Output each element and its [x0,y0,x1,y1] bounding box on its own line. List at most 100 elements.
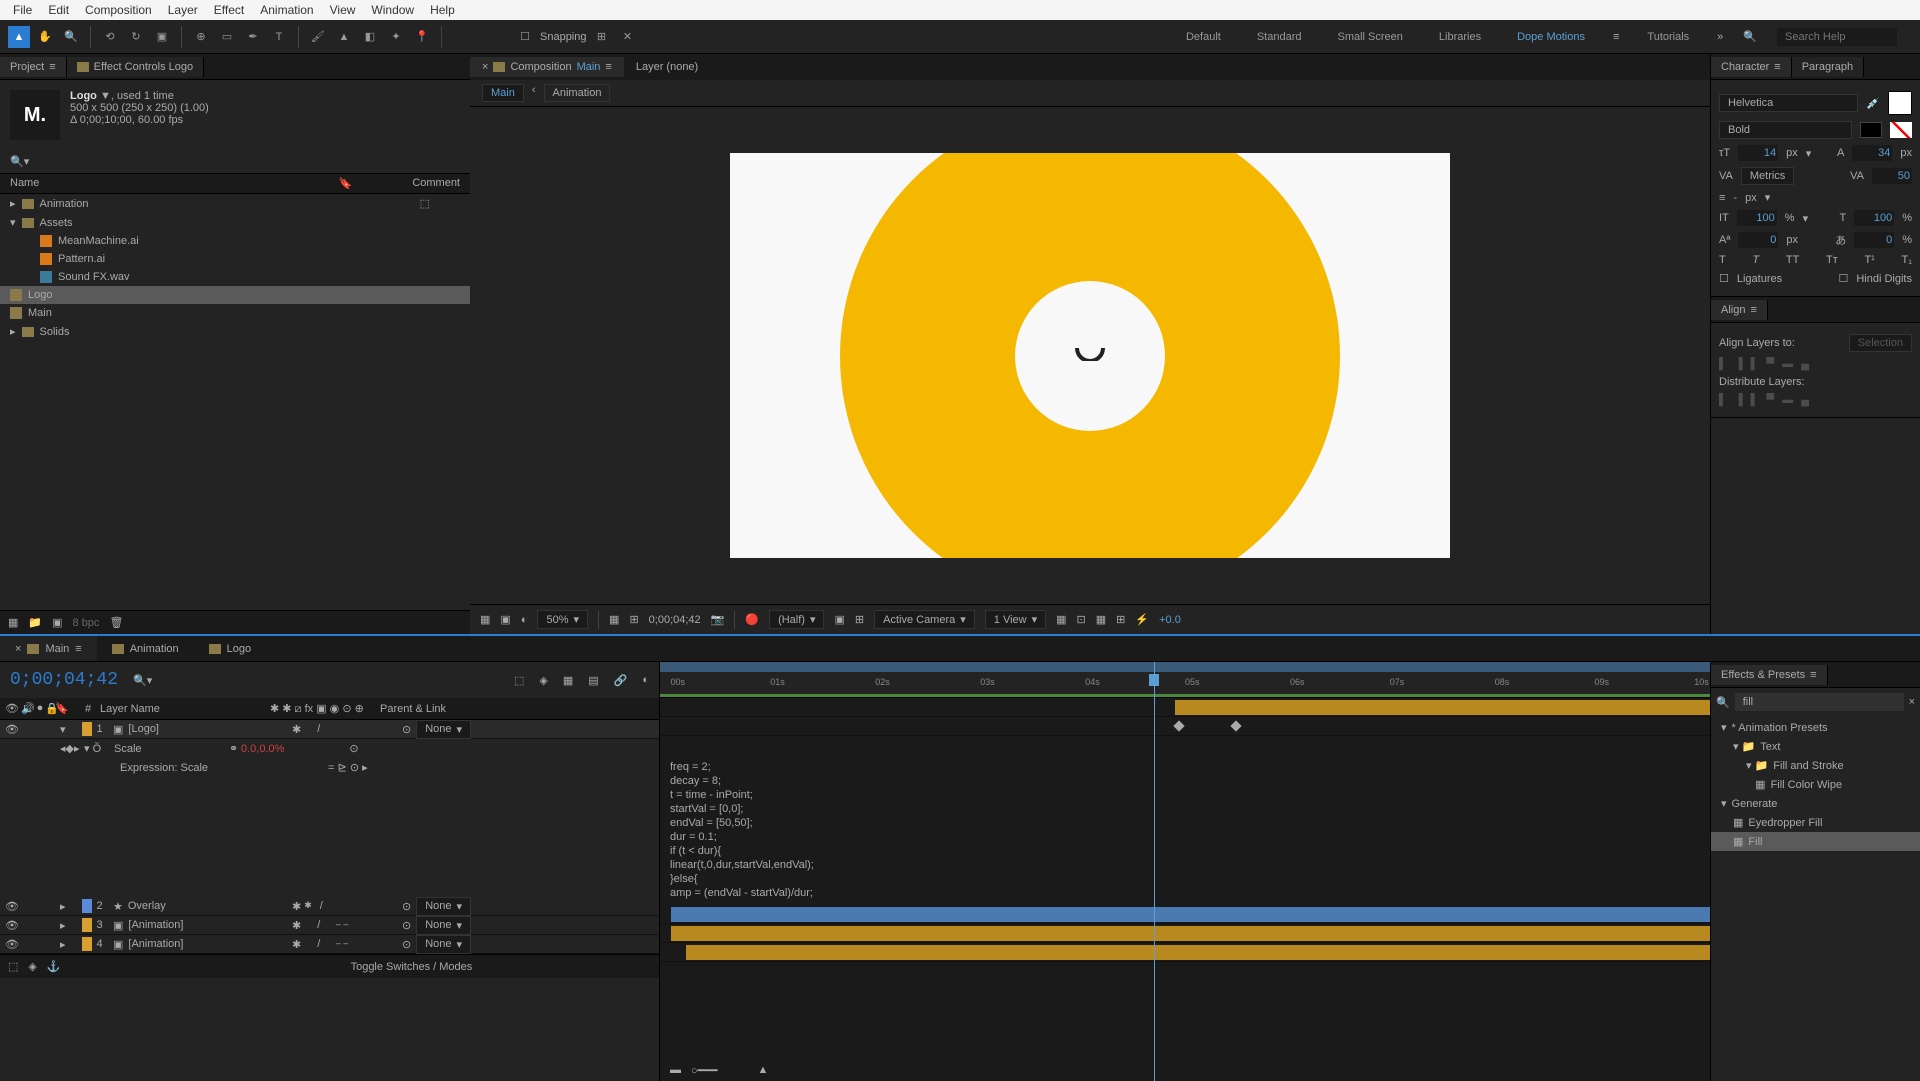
breadcrumb-back-icon[interactable]: ‹ [532,84,536,102]
roto-tool[interactable]: ✦ [385,26,407,48]
align-top-icon[interactable]: ▀ [1766,358,1774,370]
camera-tool[interactable]: ▣ [151,26,173,48]
track-1[interactable] [660,698,1710,717]
dropdown-icon[interactable]: ▼ [100,90,111,102]
fill-color-swatch[interactable] [1888,91,1912,115]
menu-composition[interactable]: Composition [77,3,160,17]
hand-tool[interactable]: ✋ [34,26,56,48]
tree-assets[interactable]: ▾ Assets [0,213,470,232]
pen-tool[interactable]: ✒ [242,26,264,48]
eraser-tool[interactable]: ◧ [359,26,381,48]
flowchart-icon[interactable]: ⬚ [420,197,430,210]
workspace-overflow-icon[interactable]: » [1717,31,1723,43]
align-bottom-icon[interactable]: ▄ [1801,358,1809,370]
paragraph-tab[interactable]: Paragraph [1792,57,1864,77]
fx-presets[interactable]: ▾ * Animation Presets [1711,718,1920,737]
tree-pattern[interactable]: Pattern.ai [0,250,470,268]
tree-meanmachine[interactable]: MeanMachine.ai [0,232,470,250]
parent-dropdown[interactable]: None ▾ [416,916,471,935]
composition-viewer[interactable] [470,107,1710,604]
fx-generate[interactable]: ▾ Generate [1711,794,1920,813]
effects-tab[interactable]: Effects & Presets ≡ [1711,665,1828,685]
expression-editor[interactable]: freq = 2; decay = 8; t = time - inPoint;… [660,755,1710,905]
expr-enable-icon[interactable]: = [328,762,334,774]
tree-animation[interactable]: ▸ Animation⬚ [0,194,470,213]
tl-bottom3-icon[interactable]: ⚓ [47,960,61,973]
keyframe-toggle[interactable]: ◆ [66,743,74,755]
align-to-dropdown[interactable]: Selection [1849,334,1912,352]
grid-icon2[interactable]: ⊞ [855,613,864,626]
menu-view[interactable]: View [322,3,364,17]
new-folder-icon[interactable]: 📁 [28,616,42,629]
constrain-icon[interactable]: ⚭ [229,742,238,755]
grid-icon[interactable]: ⊞ [629,613,638,626]
search-icon[interactable]: 🔍▾ [10,155,29,168]
stroke-menu-icon[interactable]: ≡ [1719,192,1725,204]
eye-toggle[interactable]: 👁 [5,723,19,736]
zoom-dropdown[interactable]: 50% ▾ [537,610,588,629]
menu-edit[interactable]: Edit [40,3,77,17]
view-opt1-icon[interactable]: ▦ [1056,613,1066,626]
col-comment[interactable]: Comment [412,177,460,190]
anchor-tool[interactable]: ⊕ [190,26,212,48]
pickwhip-icon[interactable]: ⊙ [402,723,411,736]
menu-window[interactable]: Window [363,3,422,17]
search-icon[interactable]: 🔍 [1743,30,1757,43]
shy-switch[interactable]: ✱ [292,938,301,951]
align-left-icon[interactable]: ▌ [1719,358,1727,370]
tree-soundfx[interactable]: Sound FX.wav [0,268,470,286]
view-opt3-icon[interactable]: ▦ [1096,613,1106,626]
snapshot-icon[interactable]: 📷 [711,613,725,626]
expr-graph-icon[interactable]: ⊵ [338,762,347,774]
breadcrumb-main[interactable]: Main [482,84,524,102]
prop-scale-row[interactable]: ◂◆▸ ▾ Ŏ Scale ⚭ 0.0,0.0% ⊙ [0,739,659,758]
mode-switch[interactable]: / [320,900,323,913]
fx-search-input[interactable] [1735,693,1904,711]
project-tab[interactable]: Project≡ [0,57,67,77]
time-ruler[interactable]: 00s 01s 02s 03s 04s 05s 06s 07s 08s 09s … [660,662,1710,698]
layer-tab[interactable]: Layer (none) [624,57,710,77]
col-layer-name[interactable]: Layer Name [100,703,270,715]
tl-opt4-icon[interactable]: ▤ [588,674,598,687]
fx-clear-icon[interactable]: × [1909,696,1915,708]
exposure-value[interactable]: +0.0 [1159,614,1181,626]
align-right-icon[interactable]: ▌ [1751,358,1759,370]
font-size-input[interactable] [1738,145,1778,161]
tl-opt1-icon[interactable]: ⬚ [514,674,524,687]
layer-row-3[interactable]: 👁 ▸ 3 ▣[Animation] ✱ / – – ⊙None ▾ [0,916,659,935]
layer-row-2[interactable]: 👁 ▸ 2 ★Overlay ✱ ✱ / ⊙None ▾ [0,897,659,916]
workspace-default[interactable]: Default [1178,27,1229,47]
eye-toggle[interactable]: 👁 [5,900,19,913]
subscript-icon[interactable]: T₁ [1902,254,1912,266]
col-parent[interactable]: Parent & Link [380,703,446,715]
layer-bar-1[interactable] [1175,700,1711,715]
parent-dropdown[interactable]: None ▾ [416,897,471,916]
zoom-out-icon[interactable]: ▬ [670,1064,681,1076]
pin-icon[interactable]: 🔖 [339,177,353,190]
tree-solids[interactable]: ▸ Solids [0,322,470,341]
layer-bar-4[interactable] [686,945,1710,960]
snapping-toggle[interactable]: ☐ [514,26,536,48]
vscale-input[interactable] [1737,210,1777,226]
expr-lang-icon[interactable]: ▸ [362,762,368,774]
layer-color[interactable] [82,899,92,913]
playhead-head[interactable] [1149,674,1159,686]
eyedropper-icon[interactable]: 💉 [1866,97,1880,110]
track-2[interactable] [660,905,1710,924]
mode-switch[interactable]: / [317,938,320,951]
layer-bar-2[interactable] [671,907,1711,922]
baseline-input[interactable] [1738,232,1778,248]
stroke-swatch[interactable] [1860,122,1882,138]
alpha-icon[interactable]: ▦ [480,613,490,626]
rect-tool[interactable]: ▭ [216,26,238,48]
menu-file[interactable]: File [5,3,40,17]
res-icon[interactable]: ▦ [609,613,619,626]
dist-2-icon[interactable]: ▐ [1735,394,1743,406]
view-opt2-icon[interactable]: ⊡ [1077,613,1086,626]
channel-icon[interactable]: 🔴 [745,613,759,626]
menu-layer[interactable]: Layer [160,3,206,17]
stamp-tool[interactable]: ▲ [333,26,355,48]
expr-pickwhip2-icon[interactable]: ⊙ [350,762,359,774]
orbit-tool[interactable]: ⟲ [99,26,121,48]
font-family-dropdown[interactable]: Helvetica [1719,94,1858,112]
